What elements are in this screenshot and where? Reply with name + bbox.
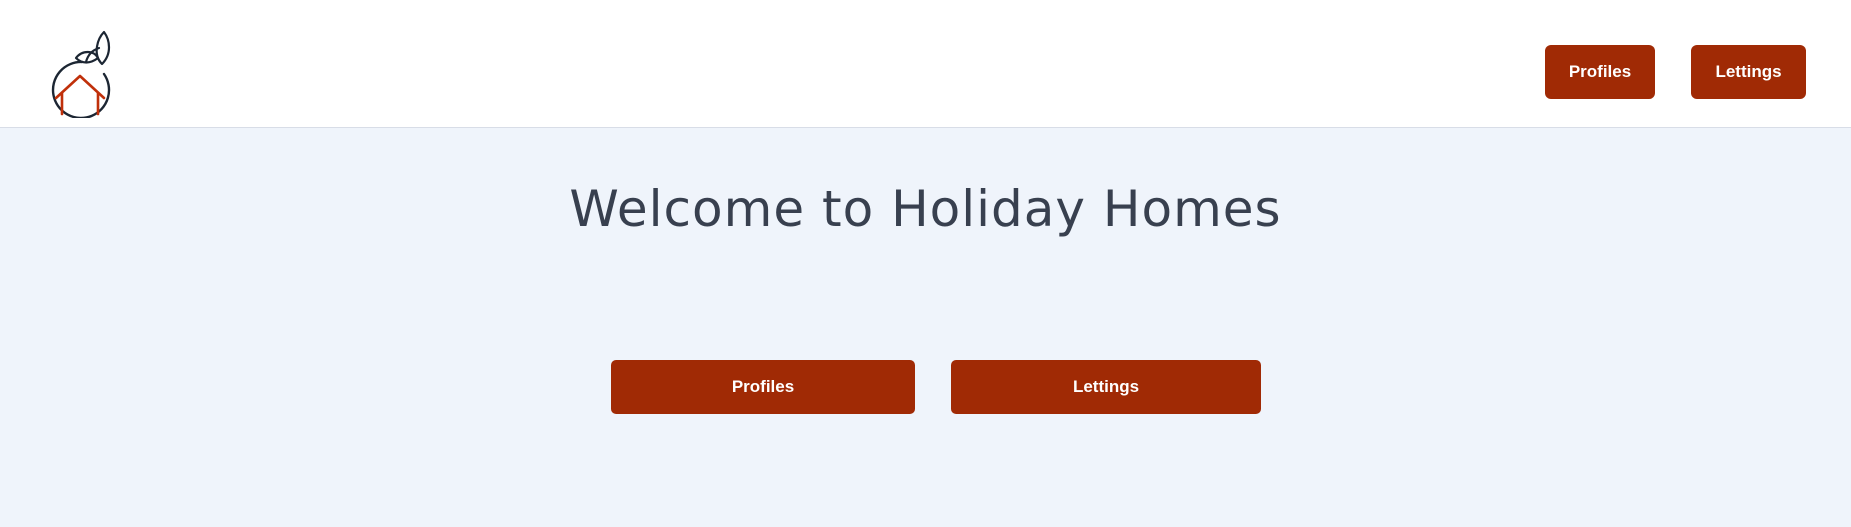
top-navigation-bar: Profiles Lettings	[0, 0, 1851, 128]
page-title: Welcome to Holiday Homes	[569, 180, 1282, 238]
profiles-button[interactable]: Profiles	[611, 360, 915, 414]
main-content: Welcome to Holiday Homes Profiles Lettin…	[0, 128, 1851, 527]
holiday-homes-logo-icon	[51, 30, 111, 120]
lettings-button[interactable]: Lettings	[951, 360, 1261, 414]
nav-lettings-button[interactable]: Lettings	[1691, 45, 1806, 99]
nav-profiles-button[interactable]: Profiles	[1545, 45, 1655, 99]
home-logo-link[interactable]	[46, 28, 118, 120]
